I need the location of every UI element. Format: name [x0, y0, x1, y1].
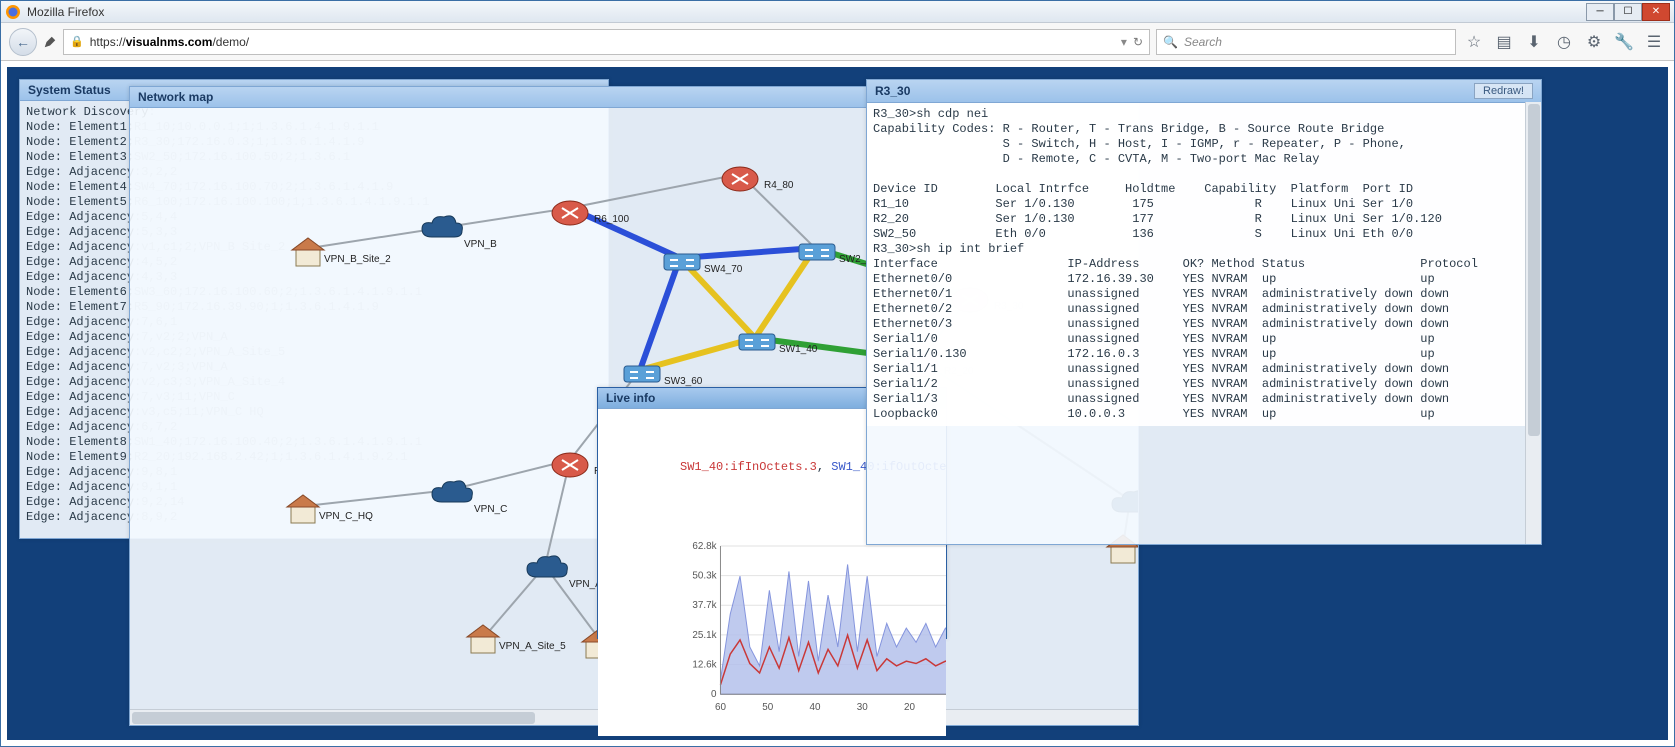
panel-title: Live info: [606, 391, 655, 405]
panel-title: R3_30: [875, 84, 910, 98]
map-node-cloud[interactable]: [420, 213, 460, 245]
map-node-label: VPN_A_Site_5: [499, 641, 566, 652]
dropdown-icon[interactable]: ▾: [1121, 35, 1127, 49]
url-text: https://visualnms.com/demo/: [90, 35, 1115, 49]
r3-terminal-panel: R3_30 Redraw! R3_30>sh cdp nei Capabilit…: [866, 79, 1542, 545]
svg-text:0: 0: [711, 689, 717, 700]
pen-icon: [43, 35, 57, 49]
nav-back-button[interactable]: ←: [9, 28, 37, 56]
map-node-label: SW3_60: [664, 376, 702, 387]
map-node-label: VPN_C_HQ: [319, 511, 373, 522]
map-node-switch[interactable]: [795, 236, 835, 268]
bookmark-star-icon[interactable]: ☆: [1462, 30, 1486, 54]
svg-text:12.6k: 12.6k: [692, 660, 716, 671]
reload-icon[interactable]: ↻: [1133, 35, 1143, 49]
search-placeholder: Search: [1184, 35, 1222, 49]
window-titlebar: Mozilla Firefox ─ ☐ ✕: [1, 1, 1674, 23]
hamburger-menu-icon[interactable]: ☰: [1642, 30, 1666, 54]
history-icon[interactable]: ◷: [1552, 30, 1576, 54]
svg-text:20: 20: [904, 702, 915, 713]
map-node-label: SW1_40: [779, 344, 817, 355]
firefox-icon: [5, 4, 21, 20]
traffic-chart: 012.6k25.1k37.7k50.3k62.8k6050403020100: [604, 522, 940, 702]
redraw-button[interactable]: Redraw!: [1474, 83, 1533, 99]
map-node-cloud[interactable]: [525, 553, 565, 585]
panel-title: Network map: [138, 90, 213, 104]
downloads-icon[interactable]: ⬇: [1522, 30, 1546, 54]
map-node-switch[interactable]: [735, 326, 775, 358]
map-node-router[interactable]: [550, 196, 590, 228]
window-close-button[interactable]: ✕: [1642, 3, 1670, 21]
svg-text:37.7k: 37.7k: [692, 600, 716, 611]
map-node-cloud[interactable]: [430, 478, 470, 510]
map-node-label: VPN_C: [474, 504, 507, 515]
svg-text:62.8k: 62.8k: [692, 541, 716, 552]
r3-vertical-scrollbar[interactable]: [1525, 102, 1541, 544]
window-minimize-button[interactable]: ─: [1586, 3, 1614, 21]
map-node-router[interactable]: [720, 162, 760, 194]
svg-text:50.3k: 50.3k: [692, 571, 716, 582]
map-node-label: VPN_B: [464, 239, 497, 250]
map-node-label: R4_80: [764, 180, 793, 191]
svg-text:40: 40: [810, 702, 821, 713]
search-bar[interactable]: 🔍 Search: [1156, 29, 1456, 55]
window-title: Mozilla Firefox: [27, 5, 1586, 19]
url-bar[interactable]: 🔒 https://visualnms.com/demo/ ▾ ↻: [63, 29, 1150, 55]
map-node-label: R6_100: [594, 214, 629, 225]
map-node-label: SW4_70: [704, 264, 742, 275]
lock-icon: 🔒: [70, 35, 84, 48]
map-node-label: VPN_B_Site_2: [324, 254, 391, 265]
r3-terminal-output: R3_30>sh cdp nei Capability Codes: R - R…: [867, 103, 1541, 426]
svg-text:30: 30: [857, 702, 868, 713]
clipboard-icon[interactable]: ▤: [1492, 30, 1516, 54]
window-maximize-button[interactable]: ☐: [1614, 3, 1642, 21]
search-icon: 🔍: [1163, 35, 1178, 49]
svg-text:25.1k: 25.1k: [692, 630, 716, 641]
settings-gear-icon[interactable]: ⚙: [1582, 30, 1606, 54]
svg-text:60: 60: [715, 702, 726, 713]
map-node-switch[interactable]: [660, 246, 700, 278]
panel-title: System Status: [28, 83, 111, 97]
browser-toolbar: ← 🔒 https://visualnms.com/demo/ ▾ ↻ 🔍 Se…: [1, 23, 1674, 61]
map-node-router[interactable]: [550, 448, 590, 480]
map-node-switch[interactable]: [620, 358, 660, 390]
svg-text:50: 50: [762, 702, 773, 713]
developer-wrench-icon[interactable]: 🔧: [1612, 30, 1636, 54]
